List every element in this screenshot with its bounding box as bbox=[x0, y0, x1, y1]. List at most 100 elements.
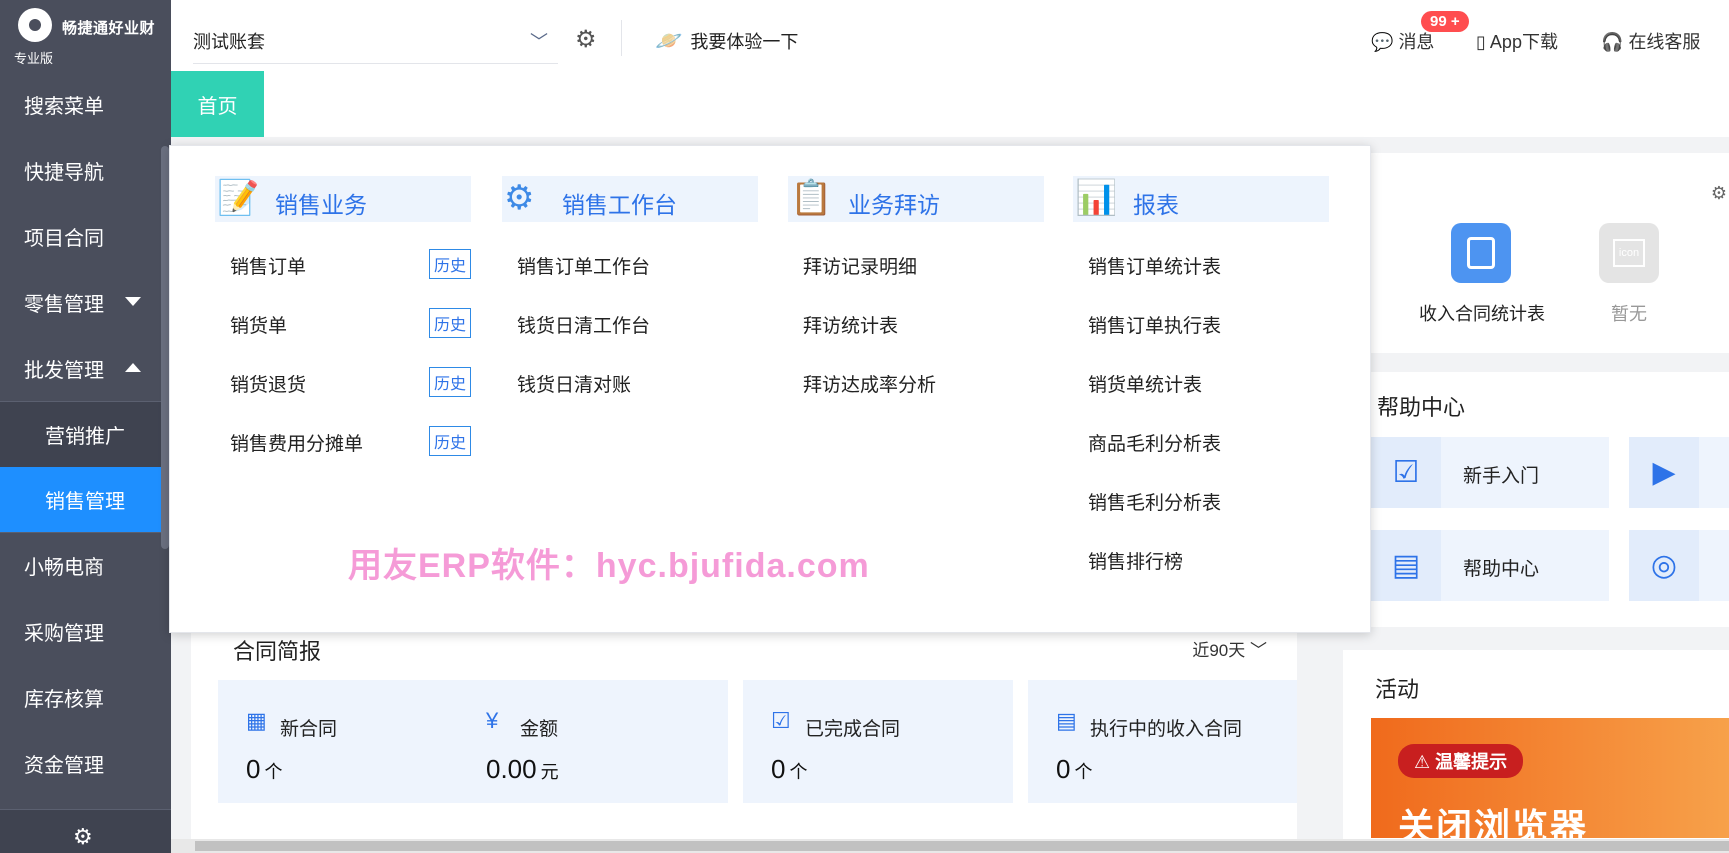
menu-link-delivery-note[interactable]: 销货单 历史 bbox=[215, 295, 471, 354]
messages-button[interactable]: 💬 消息 bbox=[1371, 28, 1434, 54]
menu-link-label: 钱货日清工作台 bbox=[517, 316, 651, 337]
sidebar-item-retail[interactable]: 零售管理 bbox=[0, 269, 171, 335]
menu-link-label: 销售订单 bbox=[230, 257, 307, 278]
menu-link-label: 拜访统计表 bbox=[803, 316, 899, 337]
history-button[interactable]: 历史 bbox=[428, 426, 471, 456]
logo: 畅捷通好业财 专业版 bbox=[0, 0, 171, 71]
history-button[interactable]: 历史 bbox=[428, 249, 471, 279]
horizontal-scrollbar[interactable] bbox=[171, 839, 1729, 853]
history-button[interactable]: 历史 bbox=[428, 308, 471, 338]
help-item-help-center[interactable]: ▤ 帮助中心 bbox=[1371, 530, 1609, 601]
sidebar-item-wholesale[interactable]: 批发管理 bbox=[0, 335, 171, 401]
warning-pill: ⚠ 温馨提示 bbox=[1398, 744, 1524, 778]
history-button[interactable]: 历史 bbox=[428, 367, 471, 397]
check-calendar-icon: ☑ bbox=[771, 708, 791, 733]
column-header: 📋 业务拜访 bbox=[788, 176, 1044, 222]
menu-link-order-stats[interactable]: 销售订单统计表 bbox=[1073, 236, 1329, 295]
stat-unit: 元 bbox=[540, 762, 559, 782]
sidebar-item-ecommerce[interactable]: 小畅电商 bbox=[0, 532, 171, 598]
stat-label: 金额 bbox=[520, 719, 559, 740]
sidebar-scrollbar[interactable] bbox=[161, 146, 169, 549]
menu-link-daily-clearing-workbench[interactable]: 钱货日清工作台 bbox=[502, 295, 758, 354]
sidebar-item-label: 搜索菜单 bbox=[24, 95, 104, 118]
menu-column-reports: 📊 报表 销售订单统计表 销售订单执行表 销货单统计表 商品毛利分析表 销售毛利… bbox=[1073, 176, 1329, 590]
menu-link-sales-margin[interactable]: 销售毛利分析表 bbox=[1073, 472, 1329, 531]
column-header: ⚙ 销售工作台 bbox=[502, 176, 758, 222]
chevron-down-icon: ﹀ bbox=[530, 32, 548, 52]
help-item-support[interactable]: ◎ bbox=[1629, 530, 1729, 601]
menu-link-visit-stats[interactable]: 拜访统计表 bbox=[788, 295, 1044, 354]
activity-banner[interactable]: ⚠ 温馨提示 关闭浏览器 bbox=[1371, 718, 1729, 838]
stat-number: 0 bbox=[1056, 754, 1071, 784]
caret-up-icon bbox=[125, 363, 141, 372]
sidebar-item-search-menu[interactable]: 搜索菜单 bbox=[0, 71, 171, 137]
menu-link-sales-ranking[interactable]: 销售排行榜 bbox=[1073, 531, 1329, 590]
caret-down-icon bbox=[125, 297, 141, 306]
sidebar-submenu: 营销推广 销售管理 bbox=[0, 401, 173, 532]
range-select[interactable]: 近90天 ﹀ bbox=[1192, 636, 1267, 661]
menu-column-sales-business: 📝 销售业务 销售订单 历史 销货单 历史 销货退货 历史 销售费用分摊单 历史 bbox=[215, 176, 471, 472]
tab-home[interactable]: 首页 bbox=[171, 71, 264, 137]
settings-gear-icon[interactable]: ⚙ bbox=[73, 824, 93, 850]
sidebar-item-purchase[interactable]: 采购管理 bbox=[0, 598, 171, 664]
sidebar-item-label: 采购管理 bbox=[24, 622, 104, 645]
report-chart-icon[interactable] bbox=[1451, 223, 1511, 283]
sidebar-item-label: 营销推广 bbox=[45, 426, 125, 448]
app-download-button[interactable]: ▯ App下载 bbox=[1476, 28, 1558, 54]
try-experience-link[interactable]: 🪐 我要体验一下 bbox=[655, 28, 798, 54]
schedule-icon: ▤ bbox=[1056, 708, 1077, 733]
menu-link-visit-records[interactable]: 拜访记录明细 bbox=[788, 236, 1044, 295]
planet-icon: 🪐 bbox=[655, 28, 683, 53]
menu-link-delivery-stats[interactable]: 销货单统计表 bbox=[1073, 354, 1329, 413]
stat-number: 0 bbox=[771, 754, 786, 784]
clipboard-check-icon: ☑ bbox=[1371, 437, 1441, 508]
banner-headline: 关闭浏览器 bbox=[1398, 806, 1589, 838]
scrollbar-thumb[interactable] bbox=[195, 841, 1729, 851]
column-title: 业务拜访 bbox=[848, 192, 940, 218]
menu-link-sales-order[interactable]: 销售订单 历史 bbox=[215, 236, 471, 295]
divider bbox=[621, 20, 622, 56]
report-icon: 📊 bbox=[1075, 179, 1118, 217]
menu-link-order-workbench[interactable]: 销售订单工作台 bbox=[502, 236, 758, 295]
menu-link-sales-return[interactable]: 销货退货 历史 bbox=[215, 354, 471, 413]
stat-value: 0个 bbox=[1056, 754, 1092, 785]
menu-link-label: 销售订单统计表 bbox=[1088, 257, 1222, 278]
menu-link-label: 拜访达成率分析 bbox=[803, 375, 937, 396]
stat-unit: 个 bbox=[789, 762, 808, 782]
stat-new-contract: ▦ 新合同 0个 ¥ 金额 0.00 元 bbox=[218, 680, 728, 803]
online-service-button[interactable]: 🎧 在线客服 bbox=[1601, 28, 1700, 54]
sidebar-item-label: 批发管理 bbox=[24, 359, 104, 382]
app-download-label: App下载 bbox=[1489, 32, 1558, 52]
help-item-video[interactable]: ▶ bbox=[1629, 437, 1729, 508]
menu-column-sales-workbench: ⚙ 销售工作台 销售订单工作台 钱货日清工作台 钱货日清对账 bbox=[502, 176, 758, 413]
sidebar-subitem-marketing[interactable]: 营销推广 bbox=[0, 402, 171, 467]
sidebar-item-quick-nav[interactable]: 快捷导航 bbox=[0, 137, 171, 203]
quick-item-label[interactable]: 收入合同统计表 bbox=[1419, 300, 1545, 326]
menu-link-daily-clearing-reconcile[interactable]: 钱货日清对账 bbox=[502, 354, 758, 413]
column-title: 销售业务 bbox=[275, 192, 367, 218]
tab-strip: 首页 bbox=[171, 71, 1729, 137]
sidebar-item-label: 库存核算 bbox=[24, 688, 104, 711]
account-settings-icon[interactable]: ⚙ bbox=[575, 25, 597, 54]
menu-link-product-margin[interactable]: 商品毛利分析表 bbox=[1073, 413, 1329, 472]
sidebar-item-funds[interactable]: 资金管理 bbox=[0, 730, 171, 796]
range-value: 近90天 bbox=[1192, 641, 1246, 660]
menu-link-order-execution[interactable]: 销售订单执行表 bbox=[1073, 295, 1329, 354]
help-item-getting-started[interactable]: ☑ 新手入门 bbox=[1371, 437, 1609, 508]
sidebar-item-project-contract[interactable]: 项目合同 bbox=[0, 203, 171, 269]
stat-in-progress-contract: ▤ 执行中的收入合同 0个 bbox=[1028, 680, 1297, 803]
help-center-card: 帮助中心 ☑ 新手入门 ▶ ▤ 帮助中心 ◎ bbox=[1371, 372, 1729, 627]
sales-doc-icon: 📝 bbox=[217, 179, 260, 217]
sidebar-subitem-sales[interactable]: 销售管理 bbox=[0, 467, 173, 532]
column-header: 📝 销售业务 bbox=[215, 176, 471, 222]
menu-link-expense-allocation[interactable]: 销售费用分摊单 历史 bbox=[215, 413, 471, 472]
stat-number: 0 bbox=[246, 754, 261, 784]
menu-link-visit-rate-analysis[interactable]: 拜访达成率分析 bbox=[788, 354, 1044, 413]
warning-pill-text: 温馨提示 bbox=[1435, 752, 1508, 772]
stat-completed-contract: ☑ 已完成合同 0个 bbox=[743, 680, 1013, 803]
card-settings-icon[interactable]: ⚙ bbox=[1711, 183, 1727, 204]
headset-icon: 🎧 bbox=[1601, 32, 1624, 52]
sidebar-item-inventory[interactable]: 库存核算 bbox=[0, 664, 171, 730]
account-select[interactable]: 测试账套 ﹀ bbox=[193, 20, 558, 64]
video-icon: ▶ bbox=[1629, 437, 1699, 508]
